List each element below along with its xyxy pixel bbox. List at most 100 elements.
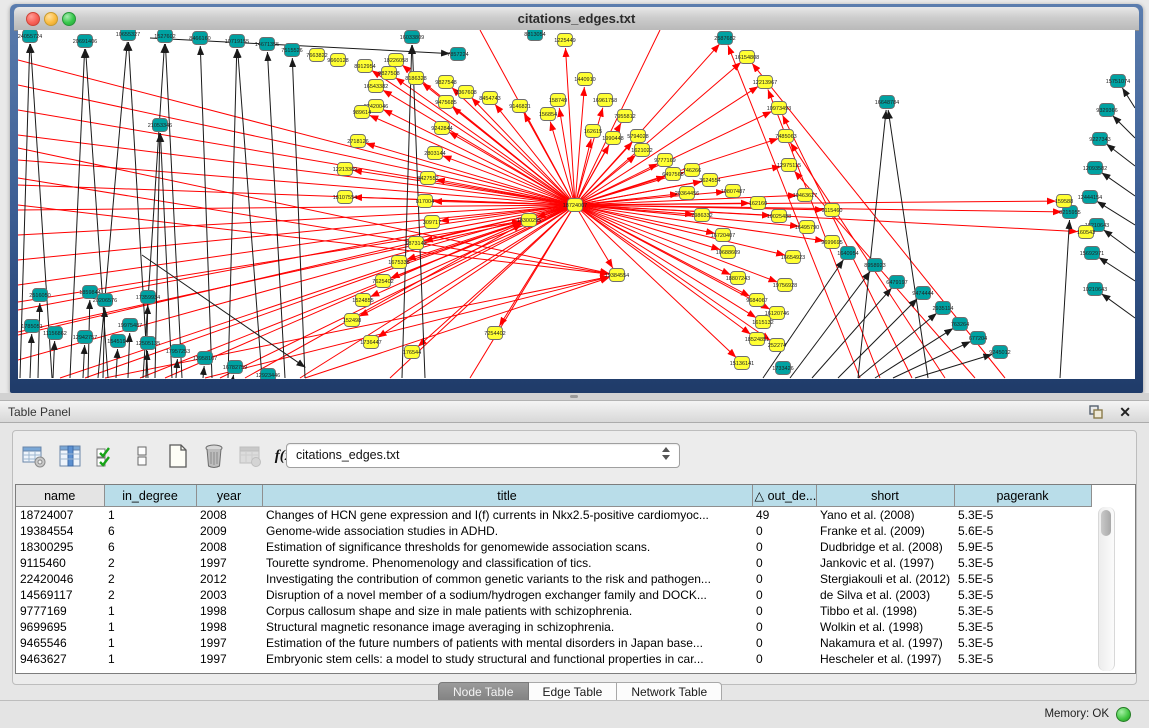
graph-node[interactable]: 8427552 [417,172,438,185]
graph-node[interactable]: 19975487 [118,319,142,332]
table-cell[interactable]: 9115460 [16,555,104,571]
table-cell[interactable]: 5.3E-5 [954,507,1091,524]
graph-node[interactable]: 1225449 [554,34,575,47]
graph-node[interactable]: 9474444 [912,287,933,300]
table-cell[interactable]: 1997 [196,635,262,651]
graph-node[interactable]: 18807243 [726,272,750,285]
import-table-icon[interactable] [237,443,263,469]
column-header-out_de[interactable]: △ out_de... [752,485,816,507]
graph-node[interactable]: 162615 [584,125,602,138]
graph-node[interactable]: 160543 [1077,226,1095,239]
table-cell[interactable]: Tibbo et al. (1998) [816,603,954,619]
graph-node[interactable]: 1615132 [752,316,773,329]
graph-node[interactable]: 18524851 [745,333,769,346]
table-cell[interactable]: Changes of HCN gene expression and I(f) … [262,507,752,524]
graph-node[interactable]: 9684067 [746,294,767,307]
graph-node[interactable]: 7254402 [484,327,505,340]
new-table-icon[interactable] [165,443,191,469]
column-header-year[interactable]: year [196,485,262,507]
graph-node[interactable]: 309717 [423,216,441,229]
table-cell[interactable]: 18724007 [16,507,104,524]
row-options-icon[interactable] [129,443,155,469]
table-cell[interactable]: 9465546 [16,635,104,651]
table-cell[interactable]: 9463627 [16,651,104,667]
table-cell[interactable]: 0 [752,619,816,635]
table-cell[interactable]: 9699695 [16,619,104,635]
graph-node[interactable]: 9699695 [821,236,842,249]
graph-node[interactable]: 9827548 [435,76,456,89]
graph-node[interactable]: 1873143 [405,237,426,250]
table-row[interactable]: 977716911998Corpus callosum shape and si… [16,603,1091,619]
graph-node[interactable]: 18107554 [333,191,357,204]
table-cell[interactable]: Stergiakouli et al. (2012) [816,571,954,587]
column-settings-icon[interactable] [21,443,47,469]
table-cell[interactable]: Yano et al. (2008) [816,507,954,524]
float-panel-icon[interactable] [1089,405,1103,419]
graph-node[interactable]: 763264 [951,318,969,331]
table-cell[interactable]: Structural magnetic resonance image aver… [262,619,752,635]
graph-node[interactable]: 176544 [403,346,421,359]
panel-splitter[interactable] [0,393,1149,401]
graph-node[interactable]: 7955812 [614,110,635,123]
table-cell[interactable]: 5.9E-5 [954,539,1091,555]
table-cell[interactable]: 22420046 [16,571,104,587]
table-cell[interactable]: 2003 [196,587,262,603]
graph-node[interactable]: 18226058 [384,54,408,67]
graph-node[interactable]: 9115460 [821,204,842,217]
table-row[interactable]: 1456911722003Disruption of a novel membe… [16,587,1091,603]
table-cell[interactable]: 5.3E-5 [954,619,1091,635]
graph-node[interactable]: 15692971 [1080,247,1104,260]
table-cell[interactable]: 5.3E-5 [954,603,1091,619]
graph-node[interactable]: 12942757 [73,331,97,344]
table-cell[interactable]: 1 [104,651,196,667]
table-cell[interactable]: Investigating the contribution of common… [262,571,752,587]
table-cell[interactable]: 19384554 [16,523,104,539]
table-cell[interactable]: 2008 [196,507,262,524]
graph-node[interactable]: 13958167 [193,352,217,365]
table-cell[interactable]: 49 [752,507,816,524]
graph-node[interactable]: 9242844 [431,122,452,135]
table-cell[interactable]: 1 [104,619,196,635]
table-cell[interactable]: 0 [752,539,816,555]
graph-node[interactable]: 20364456 [675,187,699,200]
graph-node[interactable]: 1640954 [837,247,858,260]
delete-table-icon[interactable] [201,443,227,469]
table-cell[interactable]: 2009 [196,523,262,539]
graph-node[interactable]: 16782759 [223,361,247,374]
table-selector-dropdown[interactable]: citations_edges.txt [286,443,680,468]
graph-node[interactable]: 1733426 [772,362,793,375]
graph-node[interactable]: 19384554 [605,269,629,282]
table-cell[interactable]: 2 [104,571,196,587]
table-cell[interactable]: 0 [752,523,816,539]
graph-node[interactable]: 16033809 [400,31,424,44]
graph-node[interactable]: 10025488 [767,210,791,223]
table-cell[interactable]: 0 [752,571,816,587]
graph-node[interactable]: 8466160 [189,32,210,45]
table-cell[interactable]: 2008 [196,539,262,555]
close-panel-icon[interactable]: ✕ [1119,404,1131,421]
column-header-in_degree[interactable]: in_degree [104,485,196,507]
graph-node[interactable]: 7625402 [372,275,393,288]
vertical-scrollbar[interactable] [1098,507,1115,671]
network-graph[interactable]: 2405572420691406106553271527602846616010… [18,30,1135,379]
splitter-grip-icon[interactable] [570,395,578,398]
table-cell[interactable]: Wolkin et al. (1998) [816,619,954,635]
graph-node[interactable]: 1621022 [631,144,652,157]
graph-node[interactable]: 16961758 [593,94,617,107]
graph-node[interactable]: 8958923 [864,259,885,272]
table-cell[interactable]: 1 [104,507,196,524]
scrollbar-thumb[interactable] [1101,510,1111,536]
table-cell[interactable]: 18300295 [16,539,104,555]
graph-node[interactable]: 10719155 [225,35,249,48]
table-cell[interactable]: Jankovic et al. (1997) [816,555,954,571]
graph-node[interactable]: 9475685 [435,96,456,109]
table-cell[interactable]: 0 [752,603,816,619]
column-header-title[interactable]: title [262,485,752,507]
graph-node[interactable]: 8454743 [479,92,500,105]
graph-node[interactable]: 1990448 [602,132,623,145]
table-cell[interactable]: 1 [104,603,196,619]
graph-node[interactable]: 2935114 [932,302,953,315]
graph-node[interactable]: 1545194 [107,335,128,348]
graph-node[interactable]: 6497568 [662,168,683,181]
table-cell[interactable]: Disruption of a novel member of a sodium… [262,587,752,603]
